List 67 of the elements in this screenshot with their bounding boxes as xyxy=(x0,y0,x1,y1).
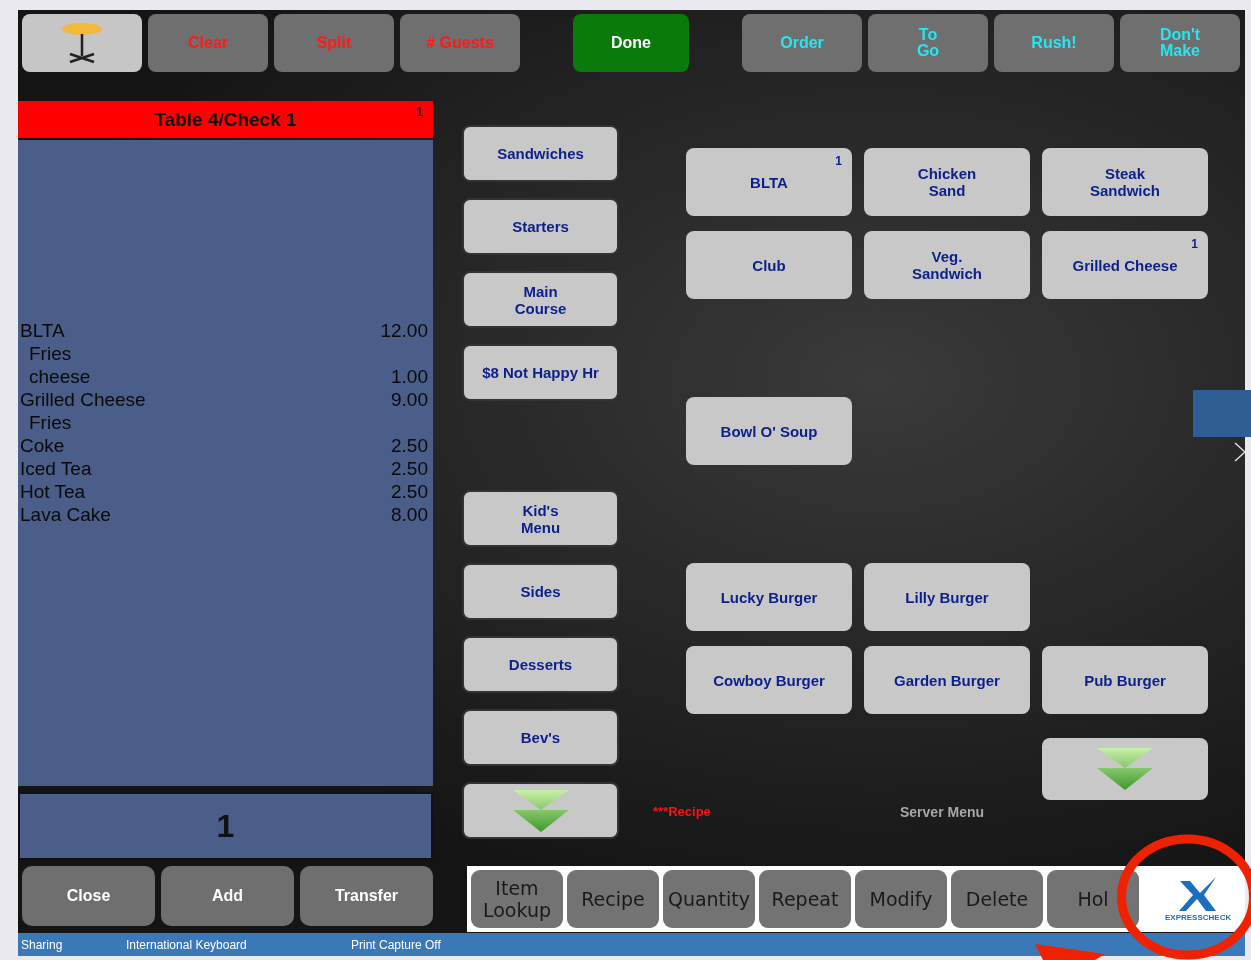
category-button[interactable]: Starters xyxy=(462,198,619,255)
toolbar-button[interactable]: Delete xyxy=(951,870,1043,928)
menu-item-button[interactable]: Lilly Burger xyxy=(864,563,1030,631)
menu-item-button[interactable]: Veg. Sandwich xyxy=(864,231,1030,299)
menu-item-button[interactable]: Lucky Burger xyxy=(686,563,852,631)
order-item-name[interactable]: BLTA xyxy=(20,319,65,343)
order-item-name[interactable]: Hot Tea xyxy=(20,480,86,504)
modifier-name[interactable]: Fries xyxy=(29,342,72,366)
toolbar-button[interactable]: To Go xyxy=(868,14,988,72)
menu-item-button[interactable]: Grilled Cheese 1 xyxy=(1042,231,1208,299)
menu-item-button[interactable]: Club xyxy=(686,231,852,299)
toolbar-button[interactable]: Order xyxy=(742,14,862,72)
category-button[interactable]: Main Course xyxy=(462,271,619,328)
category-button[interactable]: Sides xyxy=(462,563,619,620)
modifier-name[interactable]: cheese xyxy=(29,365,91,389)
menu-item-button[interactable]: Chicken Sand xyxy=(864,148,1030,216)
order-item-price: 2.50 xyxy=(391,457,428,481)
order-item-name[interactable]: Grilled Cheese xyxy=(20,388,146,412)
order-item-name[interactable]: Iced Tea xyxy=(20,457,92,481)
category-button[interactable]: $8 Not Happy Hr xyxy=(462,344,619,401)
chevron-right-icon[interactable] xyxy=(1234,442,1246,462)
check-action-button[interactable]: Add xyxy=(161,866,294,926)
check-title: Table 4/Check 1 xyxy=(154,108,297,131)
modifier-price: 1.00 xyxy=(391,365,428,389)
server-menu-label: Server Menu xyxy=(900,804,985,820)
order-item-name[interactable]: Coke xyxy=(20,434,65,458)
quantity-display: 1 xyxy=(18,792,433,860)
menu-item-button[interactable]: Garden Burger xyxy=(864,646,1030,714)
toolbar-button[interactable]: Quantity xyxy=(663,870,755,928)
count-label: 1 xyxy=(1191,236,1198,253)
scroll-down-button[interactable] xyxy=(462,782,619,839)
toolbar-button[interactable]: Modify xyxy=(855,870,947,928)
recipe-label: ***Recipe xyxy=(653,804,711,819)
menu-item-button[interactable]: BLTA 1 xyxy=(686,148,852,216)
logo-text: EXPRESSCHECK xyxy=(1165,912,1232,922)
category-button[interactable]: Kid's Menu xyxy=(462,490,619,547)
order-item-price: 8.00 xyxy=(391,503,428,527)
done-button[interactable]: Done xyxy=(573,14,689,72)
menu-item-button[interactable]: Pub Burger xyxy=(1042,646,1208,714)
menu-item-button[interactable]: Cowboy Burger xyxy=(686,646,852,714)
order-item-price: 9.00 xyxy=(391,388,428,412)
order-item-name[interactable]: Lava Cake xyxy=(20,503,111,527)
order-item-price: 2.50 xyxy=(391,480,428,504)
category-button[interactable]: Desserts xyxy=(462,636,619,693)
status-text: International Keyboard xyxy=(126,937,248,952)
toolbar-button[interactable]: Repeat xyxy=(759,870,851,928)
category-button[interactable]: Bev's xyxy=(462,709,619,766)
annotation-arrow xyxy=(1035,942,1105,960)
scroll-down-icon xyxy=(1095,746,1155,792)
toolbar-button[interactable]: Don't Make xyxy=(1120,14,1240,72)
menu-item-button[interactable]: Steak Sandwich xyxy=(1042,148,1208,216)
check-action-button[interactable]: Close xyxy=(22,866,155,926)
status-text: Print Capture Off xyxy=(351,937,441,952)
modifier-name[interactable]: Fries xyxy=(29,411,72,435)
toolbar-button[interactable]: Item Lookup xyxy=(471,870,563,928)
count-label: 1 xyxy=(416,105,423,119)
category-button[interactable]: Sandwiches xyxy=(462,125,619,182)
status-text: Sharing xyxy=(21,937,64,952)
check-action-button[interactable]: Transfer xyxy=(300,866,433,926)
table-button[interactable] xyxy=(22,14,142,72)
count-label: 1 xyxy=(835,153,842,170)
toolbar-button[interactable]: Recipe xyxy=(567,870,659,928)
menu-item-button[interactable]: Bowl O' Soup xyxy=(686,397,852,465)
order-item-price: 2.50 xyxy=(391,434,428,458)
order-item-price: 12.00 xyxy=(380,319,428,343)
toolbar-button[interactable]: Rush! xyxy=(994,14,1114,72)
table-icon xyxy=(60,22,104,64)
